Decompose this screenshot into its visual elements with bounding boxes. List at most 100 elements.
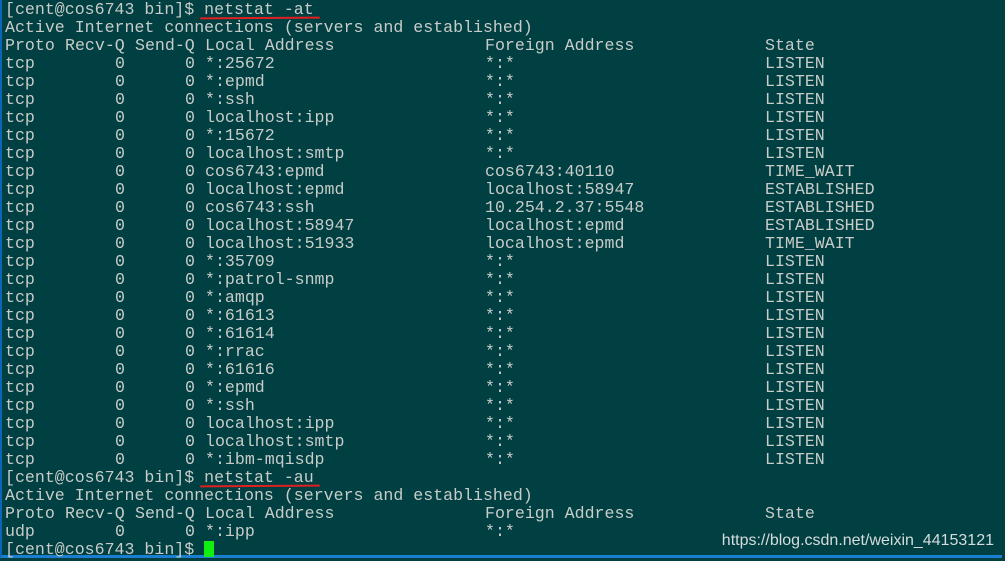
cell-foreign: *:* [485, 72, 515, 91]
cell-proto: tcp [5, 216, 35, 235]
cell-foreign: *:* [485, 90, 515, 109]
table-row: tcp 0 0 *:61616 *:* LISTEN [5, 360, 825, 379]
cell-foreign: 10.254.2.37:5548 [485, 198, 645, 217]
cell-state: LISTEN [765, 414, 825, 433]
cell-state: ESTABLISHED [765, 198, 875, 217]
cell-send: 0 [185, 378, 195, 397]
cell-local: *:35709 [205, 252, 275, 271]
cell-send: 0 [185, 270, 195, 289]
table-row: tcp 0 0 *:patrol-snmp *:* LISTEN [5, 270, 825, 289]
shell-prompt: [cent@cos6743 bin]$ [5, 0, 205, 19]
cell-foreign: localhost:epmd [485, 216, 625, 235]
cell-proto: udp [5, 522, 35, 541]
cell-local: *:25672 [205, 54, 275, 73]
cell-proto: tcp [5, 306, 35, 325]
cell-send: 0 [185, 108, 195, 127]
cell-local: *:ssh [205, 90, 255, 109]
cell-foreign: *:* [485, 126, 515, 145]
cell-proto: Proto [5, 504, 55, 523]
shell-prompt: [cent@cos6743 bin]$ [5, 540, 205, 559]
cell-local: *:ipp [205, 522, 255, 541]
cell-local: localhost:epmd [205, 180, 345, 199]
prompt-line: [cent@cos6743 bin]$ netstat -at [5, 0, 533, 20]
cell-send: 0 [185, 288, 195, 307]
cell-proto: tcp [5, 414, 35, 433]
table-row: tcp 0 0 localhost:58947 localhost:epmd ESTABL… [5, 216, 875, 235]
cell-state: TIME_WAIT [765, 162, 855, 181]
cell-recv: 0 [115, 162, 125, 181]
cell-send: 0 [185, 522, 195, 541]
watermark: https://blog.csdn.net/weixin_44153121 [721, 532, 994, 549]
cell-recv: Recv-Q [65, 504, 125, 523]
cell-state: LISTEN [765, 252, 825, 271]
cell-send: 0 [185, 432, 195, 451]
cell-foreign: *:* [485, 360, 515, 379]
table-row: tcp 0 0 *:15672 *:* LISTEN [5, 126, 825, 145]
cell-state: ESTABLISHED [765, 180, 875, 199]
cell-recv: 0 [115, 126, 125, 145]
cell-send: 0 [185, 306, 195, 325]
table-row: tcp 0 0 *:61613 *:* LISTEN [5, 306, 825, 325]
table-row: tcp 0 0 localhost:ipp *:* LISTEN [5, 414, 825, 433]
prompt-line: [cent@cos6743 bin]$ netstat -au [5, 469, 533, 488]
table-row: tcp 0 0 localhost:51933 localhost:epmd TIME_W… [5, 234, 855, 253]
cell-foreign: cos6743:40110 [485, 162, 615, 181]
cell-send: 0 [185, 396, 195, 415]
table-row: tcp 0 0 *:epmd *:* LISTEN [5, 378, 825, 397]
cell-foreign: *:* [485, 450, 515, 469]
cell-foreign: *:* [485, 270, 515, 289]
prompt-line: [cent@cos6743 bin]$ [5, 541, 533, 559]
cell-proto: tcp [5, 252, 35, 271]
cell-state: LISTEN [765, 270, 825, 289]
cell-state: LISTEN [765, 90, 825, 109]
cell-send: 0 [185, 144, 195, 163]
table-row: tcp 0 0 *:61614 *:* LISTEN [5, 324, 825, 343]
terminal-window[interactable]: [cent@cos6743 bin]$ netstat -at Active In… [0, 0, 1002, 559]
cell-foreign: *:* [485, 432, 515, 451]
cell-foreign: Foreign Address [485, 504, 635, 523]
cell-local: Local Address [205, 36, 335, 55]
cell-recv: 0 [115, 198, 125, 217]
cell-send: 0 [185, 198, 195, 217]
cell-state: LISTEN [765, 288, 825, 307]
cell-proto: tcp [5, 234, 35, 253]
cell-send: 0 [185, 234, 195, 253]
cell-send: 0 [185, 450, 195, 469]
cell-state: LISTEN [765, 144, 825, 163]
cell-local: *:amqp [205, 288, 265, 307]
cell-send: 0 [185, 72, 195, 91]
cell-foreign: localhost:58947 [485, 180, 635, 199]
cell-state: LISTEN [765, 324, 825, 343]
cell-send: 0 [185, 126, 195, 145]
cell-state: State [765, 504, 815, 523]
cell-foreign: *:* [485, 342, 515, 361]
cell-state: LISTEN [765, 306, 825, 325]
cell-recv: 0 [115, 72, 125, 91]
cell-local: *:15672 [205, 126, 275, 145]
cell-local: *:ibm-mqisdp [205, 450, 325, 469]
table-row: tcp 0 0 localhost:smtp *:* LISTEN [5, 432, 825, 451]
cell-send: 0 [185, 414, 195, 433]
cell-send: 0 [185, 342, 195, 361]
cell-proto: tcp [5, 72, 35, 91]
cell-recv: 0 [115, 270, 125, 289]
cell-recv: 0 [115, 252, 125, 271]
table-row: tcp 0 0 cos6743:epmd cos6743:40110 TIME_WAIT [5, 162, 855, 181]
table-row: tcp 0 0 *:ssh *:* LISTEN [5, 396, 825, 415]
cell-state: LISTEN [765, 450, 825, 469]
cell-state: LISTEN [765, 360, 825, 379]
cell-proto: tcp [5, 90, 35, 109]
cell-local: localhost:ipp [205, 414, 335, 433]
cell-proto: tcp [5, 342, 35, 361]
cell-foreign: *:* [485, 522, 515, 541]
cell-send: 0 [185, 360, 195, 379]
cell-proto: tcp [5, 396, 35, 415]
cell-state: LISTEN [765, 108, 825, 127]
cell-send: Send-Q [135, 36, 195, 55]
section-title: Active Internet connections (servers and… [5, 486, 533, 505]
cell-proto: Proto [5, 36, 55, 55]
cell-proto: tcp [5, 324, 35, 343]
text-cursor[interactable] [204, 541, 215, 557]
cell-foreign: *:* [485, 378, 515, 397]
cell-recv: 0 [115, 54, 125, 73]
